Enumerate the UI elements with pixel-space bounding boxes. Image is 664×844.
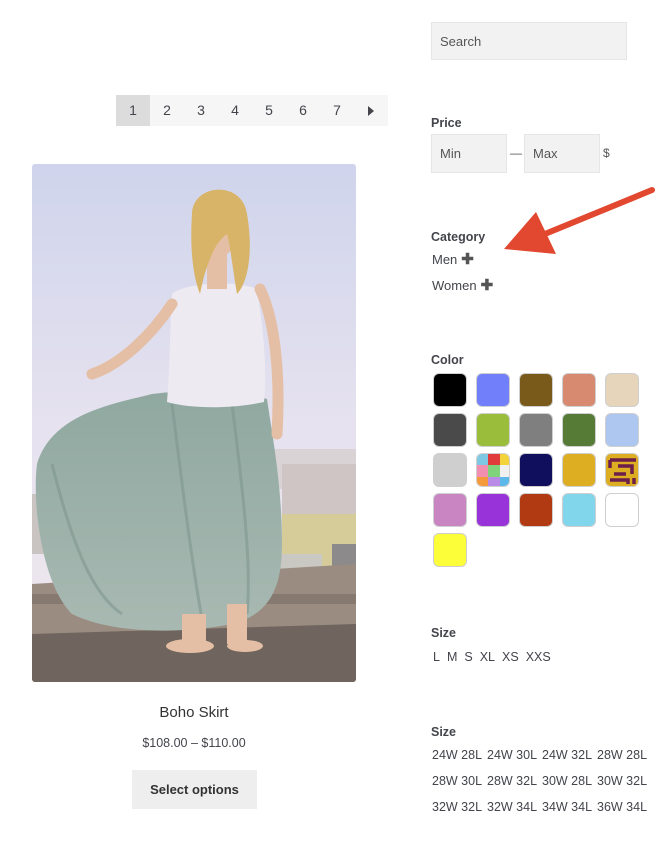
size-item[interactable]: S xyxy=(464,650,472,664)
category-item-men[interactable]: Men ✚ xyxy=(432,252,474,267)
product-photo xyxy=(32,164,356,682)
size-wl-item[interactable]: 30W 32L xyxy=(597,774,647,788)
size-wl-filter-title: Size xyxy=(431,725,457,739)
color-swatch-black[interactable] xyxy=(433,373,467,407)
size-wl-item[interactable]: 28W 32L xyxy=(487,774,537,788)
color-swatch-beige[interactable] xyxy=(605,373,639,407)
size-list: L M S XL XS XXS xyxy=(433,650,551,664)
size-item[interactable]: L xyxy=(433,650,440,664)
color-swatch-olive-green[interactable] xyxy=(562,413,596,447)
page-7[interactable]: 7 xyxy=(320,95,354,126)
page-4[interactable]: 4 xyxy=(218,95,252,126)
size-wl-item[interactable]: 36W 34L xyxy=(597,800,647,814)
color-swatch-white[interactable] xyxy=(605,493,639,527)
category-filter-title: Category xyxy=(431,230,486,244)
multicolor-pattern-icon xyxy=(477,454,509,486)
category-item-label: Men xyxy=(432,252,458,267)
product-title[interactable]: Boho Skirt xyxy=(32,704,356,721)
size-wl-item[interactable]: 30W 28L xyxy=(542,774,592,788)
color-swatch-brown[interactable] xyxy=(519,373,553,407)
size-wl-item[interactable]: 32W 34L xyxy=(487,800,537,814)
color-filter-title: Color xyxy=(431,353,464,367)
size-wl-item[interactable]: 32W 32L xyxy=(432,800,482,814)
size-wl-item[interactable]: 28W 30L xyxy=(432,774,482,788)
color-swatch-mustard[interactable] xyxy=(562,453,596,487)
red-arrow-annotation xyxy=(504,187,655,254)
page-1[interactable]: 1 xyxy=(116,95,150,126)
size-item[interactable]: XL xyxy=(480,650,495,664)
geometric-pattern-icon xyxy=(608,458,636,484)
size-item[interactable]: XXS xyxy=(526,650,551,664)
price-currency: $ xyxy=(603,146,610,160)
color-swatch-navy[interactable] xyxy=(519,453,553,487)
size-item[interactable]: M xyxy=(447,650,457,664)
color-swatch-light-blue[interactable] xyxy=(605,413,639,447)
size-wl-item[interactable]: 24W 28L xyxy=(432,748,482,762)
plus-icon[interactable]: ✚ xyxy=(481,278,494,293)
size-wl-item[interactable]: 34W 34L xyxy=(542,800,592,814)
page-3[interactable]: 3 xyxy=(184,95,218,126)
pagination: 1 2 3 4 5 6 7 xyxy=(116,95,388,126)
product-price: $108.00 – $110.00 xyxy=(142,736,246,750)
price-filter-title: Price xyxy=(431,116,462,130)
triangle-right-icon xyxy=(368,105,374,116)
next-page-button[interactable] xyxy=(354,95,388,126)
color-swatch-periwinkle[interactable] xyxy=(476,373,510,407)
plus-icon[interactable]: ✚ xyxy=(461,252,474,267)
page-6[interactable]: 6 xyxy=(286,95,320,126)
color-swatch-pattern[interactable] xyxy=(605,453,639,487)
size-wl-item[interactable]: 24W 32L xyxy=(542,748,592,762)
color-swatch-gray[interactable] xyxy=(519,413,553,447)
color-swatch-multicolor[interactable] xyxy=(476,453,510,487)
color-swatch-salmon[interactable] xyxy=(562,373,596,407)
search-input[interactable] xyxy=(431,22,627,60)
color-swatch-sky-blue[interactable] xyxy=(562,493,596,527)
price-min-input[interactable] xyxy=(431,134,507,173)
size-filter-title: Size xyxy=(431,626,457,640)
product-image[interactable] xyxy=(32,164,356,682)
page-5[interactable]: 5 xyxy=(252,95,286,126)
select-options-button[interactable]: Select options xyxy=(132,770,257,809)
category-item-label: Women xyxy=(432,278,477,293)
color-swatch-purple[interactable] xyxy=(476,493,510,527)
category-item-women[interactable]: Women ✚ xyxy=(432,278,493,293)
size-wl-item[interactable]: 24W 30L xyxy=(487,748,537,762)
page-2[interactable]: 2 xyxy=(150,95,184,126)
price-max-input[interactable] xyxy=(524,134,600,173)
size-item[interactable]: XS xyxy=(502,650,519,664)
color-swatch-light-gray[interactable] xyxy=(433,453,467,487)
color-swatch-rust[interactable] xyxy=(519,493,553,527)
price-separator: — xyxy=(510,146,522,160)
color-swatch-yellow[interactable] xyxy=(433,533,467,567)
color-swatch-orchid[interactable] xyxy=(433,493,467,527)
size-wl-item[interactable]: 28W 28L xyxy=(597,748,647,762)
color-swatch-dark-gray[interactable] xyxy=(433,413,467,447)
color-swatch-lime[interactable] xyxy=(476,413,510,447)
